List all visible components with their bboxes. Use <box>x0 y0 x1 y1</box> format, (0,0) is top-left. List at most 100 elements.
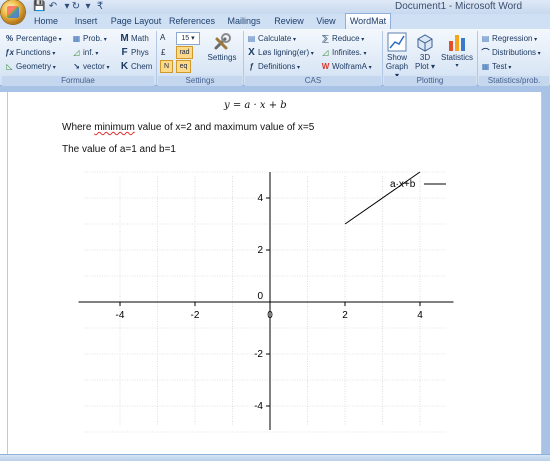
bar-chart-icon <box>449 35 465 51</box>
function-icon: ƒx <box>5 48 14 57</box>
n-toggle[interactable]: N <box>160 60 173 73</box>
eq-toggle[interactable]: eq <box>176 60 191 73</box>
physics-label: Phys <box>131 48 149 57</box>
geometry-button[interactable]: ◺ Geometry <box>5 60 56 73</box>
infinitesimal-button[interactable]: ◿ inf. <box>72 46 98 59</box>
solve-icon: X <box>248 47 255 58</box>
probability-label: Prob. <box>83 34 103 43</box>
definitions-icon: ƒ <box>249 62 254 71</box>
tab-references[interactable]: References <box>167 14 217 29</box>
group-label-formulae: Formulae <box>2 76 154 86</box>
vector-label: vector <box>83 62 105 71</box>
document-margin <box>541 86 550 454</box>
definitions-button[interactable]: ƒ Definitions <box>247 60 300 73</box>
distributions-label: Distributions <box>492 48 537 57</box>
window-title: Document1 - Microsoft Word <box>395 1 523 12</box>
dropdown-icon[interactable]: ▾ <box>82 1 94 12</box>
chemistry-button[interactable]: K Chem <box>120 60 152 73</box>
tab-review[interactable]: Review <box>270 14 308 29</box>
tab-page-layout[interactable]: Page Layout <box>110 14 162 29</box>
undo-icon[interactable]: ↶ <box>47 1 59 12</box>
x-tick-label: 2 <box>342 310 348 321</box>
x-tick-label: -2 <box>191 310 200 321</box>
distributions-button[interactable]: ⌒ Distributions <box>481 46 541 59</box>
chemistry-label: Chem <box>131 62 153 71</box>
percentage-button[interactable]: % Percentage <box>5 32 62 45</box>
decimals-select[interactable]: 15 ▾ <box>176 32 200 45</box>
statistics-label: Statistics <box>440 53 473 62</box>
definitions-label: Definitions <box>258 62 296 71</box>
x-tick-label: 4 <box>417 310 423 321</box>
reduce-button[interactable]: ⅀ Reduce <box>321 32 364 45</box>
calculate-icon: ▤ <box>247 34 256 43</box>
functions-button[interactable]: ƒx Functions <box>5 46 55 59</box>
save-icon[interactable]: 💾 <box>33 1 45 12</box>
solve-equation-button[interactable]: X Løs ligning(er) <box>247 46 314 59</box>
infinitesimal-label: inf. <box>83 48 94 57</box>
chart-icon: ◿ <box>322 48 329 57</box>
vector-icon: ↘ <box>73 62 80 71</box>
group-separator <box>156 31 157 85</box>
customize-icon[interactable]: ₹ <box>94 1 106 12</box>
test-label: Test <box>492 62 507 71</box>
x-tick-label: -4 <box>116 310 125 321</box>
tab-home[interactable]: Home <box>30 14 62 29</box>
regression-icon: ▤ <box>481 34 490 43</box>
office-button[interactable] <box>1 0 25 24</box>
decimals-value: 15 <box>181 35 190 42</box>
ribbon: %Percentage ƒxFunctions ◺Geometry ▦Prob.… <box>0 29 550 86</box>
group-label-settings: Settings <box>158 76 242 86</box>
calculate-label: Calculate <box>258 34 292 43</box>
regression-label: Regression <box>492 34 533 43</box>
tab-mailings[interactable]: Mailings <box>224 14 264 29</box>
group-label-cas: CAS <box>245 76 381 86</box>
physics-icon: F <box>121 47 128 58</box>
reduce-label: Reduce <box>332 34 360 43</box>
decimals-label: A <box>160 33 166 42</box>
redo-icon[interactable]: ↻ <box>70 1 82 12</box>
reduce-icon: ⅀ <box>322 34 329 43</box>
group-separator <box>243 31 244 85</box>
chart-icon: ◿ <box>73 48 80 57</box>
3d-plot-label: 3D Plot ▾ <box>414 53 436 71</box>
distribution-icon: ⌒ <box>481 48 490 57</box>
vector-button[interactable]: ↘ vector <box>72 60 109 73</box>
y-tick-label: 4 <box>257 193 263 204</box>
dropdown-icon: ▾ <box>455 63 459 69</box>
settings-button[interactable]: Settings <box>204 32 240 62</box>
group-label-plotting: Plotting <box>384 76 476 86</box>
percentage-label: Percentage <box>16 34 57 43</box>
math-button[interactable]: M Math <box>120 32 148 45</box>
probability-icon: ▦ <box>72 34 81 43</box>
regression-button[interactable]: ▤ Regression <box>481 32 537 45</box>
ribbon-tab-strip: Home Insert Page Layout References Maili… <box>0 13 550 30</box>
physics-button[interactable]: F Phys <box>120 46 149 59</box>
3d-plot-button[interactable]: 3D Plot ▾ <box>414 32 436 71</box>
tools-icon <box>214 33 231 50</box>
calculate-button[interactable]: ▤ Calculate <box>247 32 296 45</box>
y-tick-label: -4 <box>254 401 263 412</box>
wolfram-alpha-label: WolframA <box>332 62 367 71</box>
probability-button[interactable]: ▦ Prob. <box>72 32 107 45</box>
show-graph-button[interactable]: Show Graph ▾ <box>384 32 410 80</box>
cube-icon <box>417 34 433 52</box>
y-tick-label: 0 <box>257 291 263 302</box>
tab-insert[interactable]: Insert <box>68 14 104 29</box>
tab-view[interactable]: View <box>312 14 340 29</box>
y-tick-label: -2 <box>254 349 263 360</box>
geometry-label: Geometry <box>16 62 52 71</box>
infinitesimal-cas-button[interactable]: ◿ Infinites. <box>321 46 366 59</box>
group-separator <box>477 31 478 85</box>
test-button[interactable]: ▦ Test <box>481 60 511 73</box>
x-tick-label: 0 <box>267 310 273 321</box>
currency-label: £ <box>161 48 166 57</box>
wolfram-alpha-button[interactable]: W WolframA <box>321 60 372 73</box>
graph-plot[interactable]: -4 -2 0 2 4 4 2 0 -2 -4 a·x+b <box>8 92 541 454</box>
graph-icon <box>387 32 407 52</box>
solve-equation-label: Løs ligning(er) <box>258 48 310 57</box>
statistics-button[interactable]: Statistics ▾ <box>440 32 474 71</box>
radians-toggle[interactable]: rad <box>176 46 193 59</box>
wolfram-icon: W <box>321 62 330 71</box>
document-page[interactable]: y = a · x + b Where minimum value of x=2… <box>7 92 542 454</box>
tab-wordmat[interactable]: WordMat <box>345 13 391 29</box>
